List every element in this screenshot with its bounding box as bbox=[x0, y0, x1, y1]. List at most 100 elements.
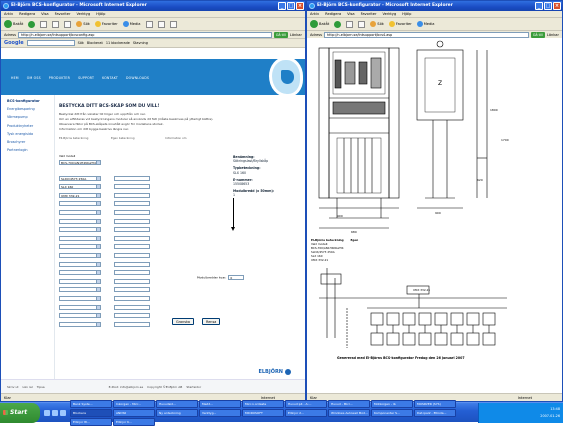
nav-downloads[interactable]: DOWNLOADS bbox=[126, 76, 149, 80]
own-description-input[interactable] bbox=[114, 175, 150, 181]
taskbar-task-button[interactable]: Huvudsid... bbox=[156, 399, 198, 408]
google-spell[interactable]: Stavning bbox=[133, 41, 148, 45]
module-select[interactable] bbox=[59, 304, 101, 310]
taskbar-task-button[interactable]: ANDSII bbox=[113, 408, 155, 417]
module-select[interactable] bbox=[59, 227, 101, 233]
own-description-input[interactable] bbox=[114, 253, 150, 258]
sidenav-item-heatpump[interactable]: Värmepump bbox=[7, 115, 54, 119]
google-search-button[interactable]: Sök bbox=[78, 41, 84, 45]
taskbar-task-button[interactable]: Motkorgen - lä bbox=[371, 399, 413, 408]
menu-favorites[interactable]: Favoriter bbox=[55, 11, 71, 17]
desktop-quicklaunch-icon[interactable] bbox=[52, 409, 58, 416]
own-description-input[interactable] bbox=[114, 210, 150, 215]
taskbar-task-button[interactable]: Huvud - Micr... bbox=[328, 399, 370, 408]
own-description-input[interactable] bbox=[114, 192, 150, 198]
menu-favorites[interactable]: Favoriter bbox=[361, 11, 377, 17]
print-icon[interactable] bbox=[169, 20, 177, 28]
menu-edit[interactable]: Redigera bbox=[325, 11, 341, 17]
menu-help[interactable]: Hjälp bbox=[402, 11, 411, 17]
sidenav-item-partner[interactable]: Partnerlogin bbox=[7, 148, 54, 152]
module-select[interactable] bbox=[59, 210, 101, 215]
footer-start[interactable]: Startsidor bbox=[186, 385, 201, 389]
forward-icon[interactable] bbox=[334, 20, 342, 28]
own-description-input[interactable] bbox=[114, 296, 150, 301]
links-label[interactable]: Länkar bbox=[547, 33, 559, 37]
search-button[interactable]: Sök bbox=[76, 21, 90, 27]
module-select[interactable] bbox=[59, 278, 101, 284]
search-button[interactable]: Sök bbox=[370, 21, 384, 27]
refresh-icon[interactable] bbox=[358, 20, 366, 28]
menu-view[interactable]: Visa bbox=[41, 11, 48, 17]
menu-help[interactable]: Hjälp bbox=[96, 11, 105, 17]
taskbar-task-button[interactable]: MOSRVER (SYS) bbox=[414, 399, 456, 408]
module-select[interactable] bbox=[59, 313, 101, 319]
google-search-input[interactable] bbox=[26, 40, 75, 46]
menu-edit[interactable]: Redigera bbox=[19, 11, 35, 17]
footer-link[interactable]: Län rel bbox=[23, 385, 33, 389]
taskbar-task-button[interactable]: Dat.ipal2 - Ellinda... bbox=[414, 408, 456, 417]
module-select[interactable] bbox=[59, 270, 101, 276]
taskbar-task-button[interactable]: MICROSOFT bbox=[242, 408, 284, 417]
title-bar[interactable]: El-Björn BCS-konfigurator - Microsoft In… bbox=[1, 1, 305, 11]
own-description-input[interactable] bbox=[114, 235, 150, 241]
back-button[interactable]: Bakåt bbox=[310, 20, 329, 28]
module-select[interactable] bbox=[59, 201, 101, 207]
module-select[interactable] bbox=[59, 244, 101, 250]
menu-tools[interactable]: Verktyg bbox=[382, 11, 396, 17]
module-select[interactable] bbox=[59, 253, 101, 258]
taskbar-task-button[interactable]: Micr.n.ordaste bbox=[242, 399, 284, 408]
history-icon[interactable] bbox=[145, 20, 153, 28]
footer-email[interactable]: E-Post: info@elbjorn.se bbox=[109, 385, 144, 389]
nav-home[interactable]: HEM bbox=[11, 76, 19, 80]
own-description-input[interactable] bbox=[114, 184, 150, 190]
footer-print[interactable]: Skriv ut bbox=[7, 385, 19, 389]
forward-icon[interactable] bbox=[28, 20, 36, 28]
sidenav-item-news[interactable]: Produktnyheter bbox=[7, 124, 54, 128]
minimize-button[interactable]: _ bbox=[535, 2, 543, 10]
nav-about[interactable]: OM OSS bbox=[27, 76, 41, 80]
module-select[interactable] bbox=[59, 235, 101, 241]
granska-button[interactable]: Granska bbox=[172, 318, 194, 325]
menu-file[interactable]: Arkiv bbox=[4, 11, 13, 17]
sidenav-item-bcs[interactable]: BCS-konfigurator bbox=[7, 99, 54, 103]
modulbredd-input[interactable]: 0 bbox=[228, 275, 245, 280]
module-select[interactable]: UMX 332-21 bbox=[59, 192, 101, 198]
module-select[interactable] bbox=[59, 296, 101, 301]
media-button[interactable]: Media bbox=[416, 21, 435, 27]
stop-icon[interactable] bbox=[346, 20, 354, 28]
own-description-input[interactable] bbox=[114, 278, 150, 284]
module-select[interactable] bbox=[59, 287, 101, 293]
taskbar-task-button[interactable]: Ellinjor 2... bbox=[285, 408, 327, 417]
own-description-input[interactable] bbox=[114, 270, 150, 276]
address-input[interactable]: http://n-elbjorn.se/Intsupport/bcs4.asp bbox=[324, 31, 529, 38]
menu-view[interactable]: Visa bbox=[347, 11, 354, 17]
go-button[interactable]: Gå till bbox=[530, 31, 545, 38]
google-blocked[interactable]: Blockerat bbox=[87, 41, 103, 45]
taskbar-task-button[interactable]: Ny anteckning bbox=[156, 408, 198, 417]
mail-icon[interactable] bbox=[157, 20, 165, 28]
close-button[interactable]: × bbox=[553, 2, 561, 10]
taskbar-task-button[interactable]: Bank Syste... bbox=[70, 399, 112, 408]
google-popups[interactable]: 11 blockerade bbox=[106, 41, 130, 45]
stop-icon[interactable] bbox=[40, 20, 48, 28]
home-icon[interactable] bbox=[64, 20, 72, 28]
own-description-input[interactable] bbox=[114, 244, 150, 250]
favorites-button[interactable]: Favoriter bbox=[388, 21, 412, 27]
maximize-button[interactable]: □ bbox=[287, 2, 295, 10]
module-select[interactable]: SLX 160 bbox=[59, 184, 101, 190]
refresh-icon[interactable] bbox=[52, 20, 60, 28]
media-button[interactable]: Media bbox=[122, 21, 141, 27]
menu-file[interactable]: Arkiv bbox=[310, 11, 319, 17]
nav-support[interactable]: SUPPORT bbox=[78, 76, 94, 80]
outlook-quicklaunch-icon[interactable] bbox=[60, 409, 66, 416]
own-description-input[interactable] bbox=[114, 304, 150, 310]
own-description-input[interactable] bbox=[114, 313, 150, 319]
own-description-input[interactable] bbox=[114, 261, 150, 267]
module-select[interactable]: BCS-700/AN1H4NG2H4 bbox=[59, 160, 101, 165]
start-button[interactable]: Start bbox=[0, 402, 40, 423]
sidenav-item-brochures[interactable]: Broschyrer bbox=[7, 140, 54, 144]
address-input[interactable]: http://n-elbjorn.se/Intsupport/bcsconfig… bbox=[18, 31, 272, 38]
minimize-button[interactable]: _ bbox=[278, 2, 286, 10]
sidenav-item-german[interactable]: Tysk energisida bbox=[7, 132, 54, 136]
taskbar-task-button[interactable]: Huvud:p4 - A:... bbox=[285, 399, 327, 408]
